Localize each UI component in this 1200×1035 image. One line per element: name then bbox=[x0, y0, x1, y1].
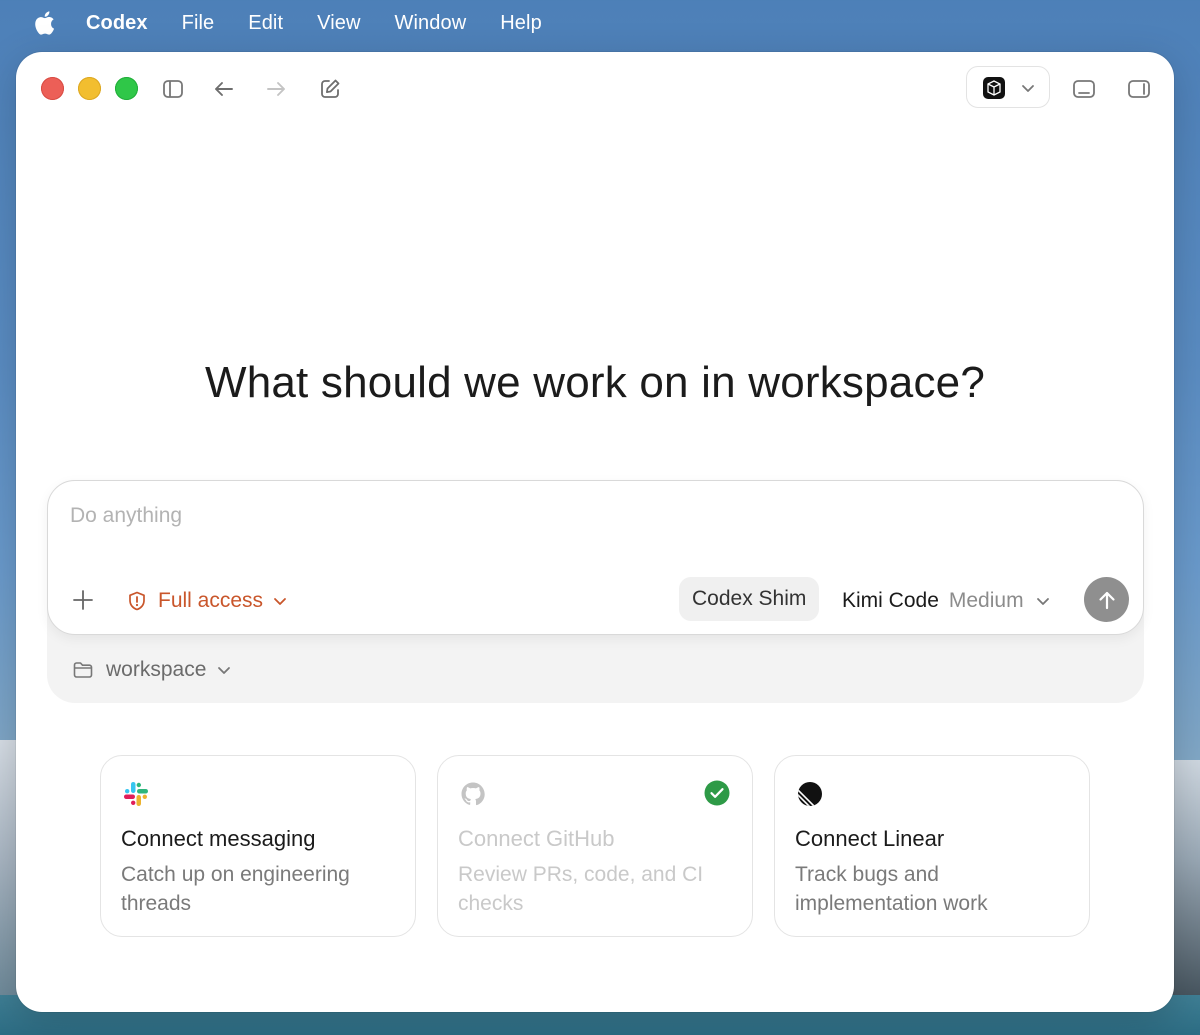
codex-shim-button[interactable]: Codex Shim bbox=[679, 577, 820, 621]
chevron-down-icon bbox=[218, 667, 231, 674]
workspace-dropdown[interactable]: workspace bbox=[72, 656, 233, 684]
arrow-up-icon bbox=[1098, 591, 1115, 609]
toggle-right-panel-icon[interactable] bbox=[1126, 76, 1152, 102]
codex-shim-label: Codex Shim bbox=[692, 587, 807, 610]
menu-edit[interactable]: Edit bbox=[248, 12, 283, 35]
app-logo-icon bbox=[983, 77, 1005, 99]
connect-messaging-card[interactable]: Connect messaging Catch up on engineerin… bbox=[100, 755, 416, 937]
menu-file[interactable]: File bbox=[182, 12, 215, 35]
connect-linear-card[interactable]: Connect Linear Track bugs and implementa… bbox=[774, 755, 1090, 937]
back-arrow-icon[interactable] bbox=[211, 76, 237, 102]
chevron-down-icon bbox=[1036, 598, 1049, 605]
menu-window[interactable]: Window bbox=[395, 12, 467, 35]
menu-view[interactable]: View bbox=[317, 12, 360, 35]
card-description: Review PRs, code, and CI checks bbox=[458, 863, 704, 915]
composer: Full access Codex Shim Kimi Code Medium bbox=[47, 480, 1144, 635]
model-select-dropdown[interactable]: Kimi Code Medium bbox=[842, 587, 1052, 615]
chevron-down-icon bbox=[274, 598, 286, 605]
title-bar bbox=[16, 52, 1174, 124]
workspace-label: workspace bbox=[106, 658, 207, 681]
minimize-window-button[interactable] bbox=[78, 77, 101, 100]
card-description: Track bugs and implementation work bbox=[795, 863, 988, 915]
github-icon bbox=[461, 782, 485, 806]
forward-arrow-icon[interactable] bbox=[263, 76, 289, 102]
card-description: Catch up on engineering threads bbox=[121, 863, 350, 915]
add-attachment-icon[interactable] bbox=[70, 587, 96, 613]
toggle-bottom-panel-icon[interactable] bbox=[1071, 76, 1097, 102]
model-name: Kimi Code bbox=[842, 589, 939, 612]
connect-github-card[interactable]: Connect GitHub Review PRs, code, and CI … bbox=[437, 755, 753, 937]
apple-icon[interactable] bbox=[32, 10, 56, 36]
card-title: Connect messaging bbox=[121, 826, 316, 851]
card-title: Connect GitHub bbox=[458, 826, 615, 851]
access-level-dropdown[interactable]: Full access bbox=[126, 587, 289, 615]
shield-warning-icon bbox=[129, 591, 145, 611]
toggle-sidebar-icon[interactable] bbox=[160, 76, 186, 102]
model-effort: Medium bbox=[948, 589, 1024, 612]
menu-app-name[interactable]: Codex bbox=[86, 12, 148, 35]
page-heading: What should we work on in workspace? bbox=[204, 358, 985, 407]
open-in-app-picker[interactable] bbox=[966, 66, 1050, 108]
chevron-down-icon bbox=[1022, 85, 1034, 92]
linear-icon bbox=[798, 782, 822, 806]
folder-icon bbox=[73, 662, 93, 678]
zoom-window-button[interactable] bbox=[115, 77, 138, 100]
slack-icon bbox=[124, 782, 148, 806]
card-title: Connect Linear bbox=[795, 826, 945, 851]
prompt-input[interactable] bbox=[68, 503, 1112, 529]
new-chat-compose-icon[interactable] bbox=[317, 76, 343, 102]
menu-help[interactable]: Help bbox=[500, 12, 542, 35]
send-button[interactable] bbox=[1084, 577, 1129, 622]
app-window: What should we work on in workspace? Ful… bbox=[16, 52, 1174, 1012]
close-window-button[interactable] bbox=[41, 77, 64, 100]
connected-check-icon bbox=[704, 780, 730, 806]
menu-bar: Codex File Edit View Window Help bbox=[0, 0, 1200, 46]
access-level-label: Full access bbox=[158, 589, 264, 612]
